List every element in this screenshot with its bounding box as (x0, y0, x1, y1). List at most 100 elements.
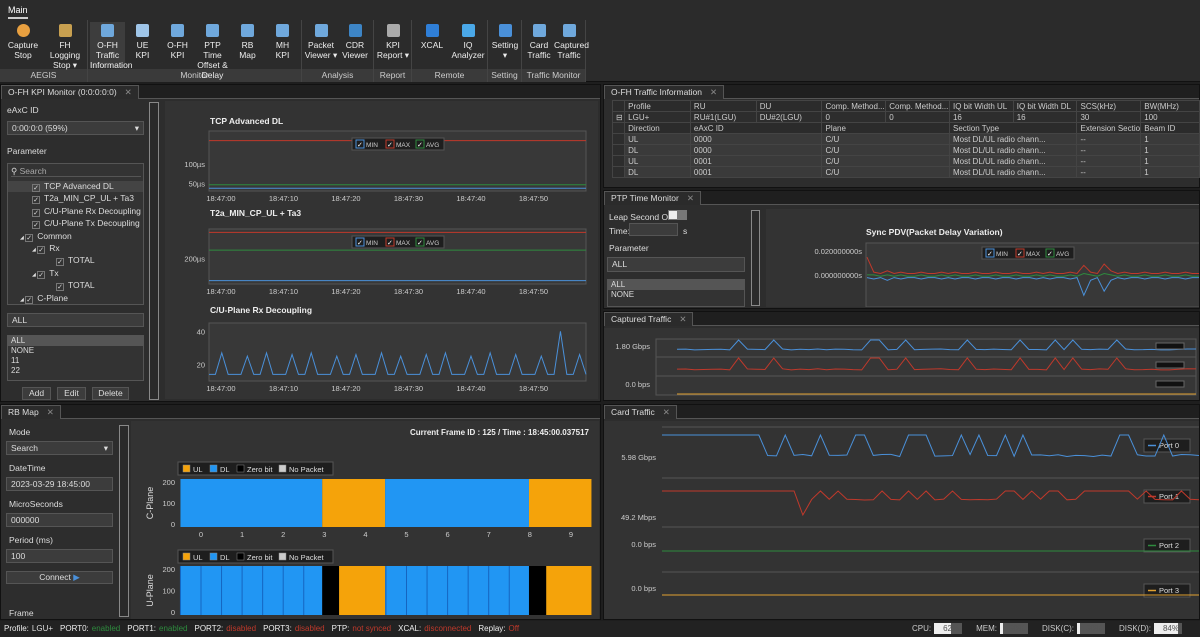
tab-traffic-info[interactable]: O-FH Traffic Information ✕ (604, 85, 725, 99)
connect-button[interactable]: Connect ▶ (6, 571, 113, 584)
table-row[interactable]: DL 0000 C/U Most DL/UL radio chann... -- 1 (611, 144, 1200, 156)
tab-captured-traffic[interactable]: Captured Traffic ✕ (604, 312, 694, 326)
tab-ptp[interactable]: PTP Time Monitor ✕ (604, 191, 701, 205)
x-tick-label: 0 (199, 530, 203, 539)
tab-main[interactable]: Main (8, 5, 28, 19)
checkbox[interactable]: ✓ (32, 196, 40, 205)
column-header[interactable]: Plane (821, 122, 950, 134)
tree-item-rx[interactable]: ◢ ✓ Rx (32, 243, 60, 254)
datetime-input[interactable]: 2023-03-29 18:45:00 (6, 477, 113, 491)
tab-rb-map[interactable]: RB Map ✕ (1, 405, 61, 419)
collapse-icon[interactable]: ⊟ (611, 111, 626, 123)
time-input[interactable] (629, 223, 678, 236)
mode-select[interactable]: Search ▾ (6, 441, 113, 455)
cdr-viewer-button[interactable]: CDR Viewer (338, 22, 372, 68)
kpi-report-button[interactable]: KPI Report ▾ (376, 22, 410, 68)
list-item[interactable]: NONE (608, 290, 744, 300)
close-icon[interactable]: ✕ (47, 407, 54, 417)
capture-stop-button[interactable]: Capture Stop (2, 22, 44, 68)
tree-item-c-u-plane-rx-decoupling[interactable]: ✓ C/U-Plane Rx Decoupling (32, 206, 141, 217)
xcal-button[interactable]: XCAL (414, 22, 450, 68)
x-tick-label: 18:47:10 (269, 287, 298, 296)
column-header[interactable]: SCS(kHz) (1076, 100, 1142, 112)
button-label: Viewer ▾ (304, 50, 338, 60)
checkbox[interactable]: ✓ (25, 295, 34, 304)
ue-kpi-button[interactable]: UE KPI (125, 22, 160, 68)
tree-item-common[interactable]: ◢ ✓ Common (20, 231, 72, 242)
column-header[interactable]: Comp. Method... (885, 100, 950, 112)
tree-item-tx[interactable]: ◢ ✓ Tx (32, 268, 59, 279)
splitter-handle[interactable] (149, 102, 159, 400)
add-button[interactable]: Add (22, 387, 51, 400)
list-item[interactable]: ALL (608, 280, 744, 290)
column-header[interactable]: Comp. Method... (821, 100, 887, 112)
tree-item-c-u-plane-tx-decoupling[interactable]: ✓ C/U-Plane Tx Decoupling (32, 218, 140, 230)
column-header[interactable]: Profile (624, 100, 691, 112)
checkbox[interactable]: ✓ (32, 208, 40, 217)
delete-button[interactable]: Delete (92, 387, 129, 400)
column-header[interactable]: DU (755, 100, 823, 112)
tab-card-traffic[interactable]: Card Traffic ✕ (604, 405, 677, 419)
splitter-handle[interactable] (119, 425, 129, 617)
list-item[interactable]: NONE (8, 346, 143, 356)
column-header[interactable]: Section Type (948, 122, 1078, 134)
period-input[interactable]: 100 (6, 549, 113, 563)
table-row[interactable]: DL 0001 C/U Most DL/UL radio chann... -- 1 (611, 166, 1200, 178)
setting-button[interactable]: Setting ▾ (490, 22, 520, 68)
table-row[interactable]: ⊟ LGU+ RU#1(LGU) DU#2(LGU) 0 0 16 16 30 100 (611, 111, 1200, 123)
tree-item-total[interactable]: ✓ TOTAL (56, 280, 95, 292)
column-header[interactable]: RU (689, 100, 757, 112)
column-header[interactable]: Extension Section Type (1076, 122, 1142, 134)
search-input[interactable]: ⚲ Search (11, 166, 141, 177)
leap-second-toggle[interactable] (668, 210, 687, 220)
close-icon[interactable]: ✕ (663, 407, 670, 417)
ptp-filter-list[interactable]: ALL NONE (607, 279, 745, 307)
close-icon[interactable]: ✕ (687, 193, 694, 203)
tree-item-total[interactable]: ✓ TOTAL (56, 255, 95, 267)
rb-map-button[interactable]: RB Map (230, 22, 265, 68)
tree-item-t2a-min-cp-ul-ta3[interactable]: ✓ T2a_MIN_CP_UL + Ta3 (32, 193, 134, 205)
close-icon[interactable]: ✕ (710, 87, 717, 97)
tree-item-tcp-advanced-dl[interactable]: ✓ TCP Advanced DL (8, 181, 143, 192)
iq-analyzer-button[interactable]: IQ Analyzer (450, 22, 486, 68)
column-header[interactable]: IQ bit Width UL (948, 100, 1014, 112)
checkbox[interactable]: ✓ (56, 258, 64, 267)
list-item[interactable]: ALL (8, 336, 143, 346)
splitter-handle[interactable] (751, 210, 760, 306)
tab-kpi-monitor[interactable]: O-FH KPI Monitor (0:0:0:0:0) ✕ (1, 85, 139, 99)
column-header[interactable]: IQ bit Width DL (1012, 100, 1078, 112)
o-fh-traffic-information-button[interactable]: O-FH Traffic Information (90, 22, 133, 70)
captured-traffic-button[interactable]: Captured Traffic (554, 22, 589, 68)
packet-viewer-button[interactable]: Packet Viewer ▾ (304, 22, 338, 68)
checkbox[interactable]: ✓ (32, 221, 40, 230)
list-item[interactable]: 22 (8, 366, 143, 376)
ptp-filter-input[interactable]: ALL (607, 257, 745, 272)
column-header[interactable]: Direction (624, 122, 691, 134)
edit-button[interactable]: Edit (57, 387, 86, 400)
checkbox[interactable]: ✓ (32, 184, 40, 192)
checkbox[interactable]: ✓ (25, 233, 34, 242)
rb-block-ul (339, 566, 386, 615)
table-row[interactable]: UL 0001 C/U Most DL/UL radio chann... -- 1 (611, 155, 1200, 167)
close-icon[interactable]: ✕ (125, 87, 132, 97)
checkbox[interactable]: ✓ (37, 246, 46, 254)
filter-list[interactable]: ALL NONE 11 22 (7, 335, 144, 381)
eaxc-select[interactable]: 0:00:0:0 (59%) ▾ (7, 121, 144, 135)
table-row[interactable]: UL 0000 C/U Most DL/UL radio chann... -- 1 (611, 133, 1200, 145)
o-fh-kpi-button[interactable]: O-FH KPI (160, 22, 195, 68)
close-icon[interactable]: ✕ (679, 314, 686, 324)
checkbox[interactable]: ✓ (37, 270, 46, 279)
card-traffic-button[interactable]: Card Traffic (524, 22, 554, 68)
list-item[interactable]: 11 (8, 356, 143, 366)
filter-input[interactable]: ALL (7, 313, 144, 327)
checkbox[interactable]: ✓ (56, 283, 64, 292)
column-header[interactable]: BW(MHz) (1140, 100, 1200, 112)
y-tick-label: 0.000000000s (814, 271, 862, 280)
fh-logging-stop-button[interactable]: FH Logging Stop ▾ (44, 22, 86, 70)
ptp-time-offset-delay-button[interactable]: PTP Time Offset & Delay (195, 22, 230, 80)
tree-item-c-plane[interactable]: ◢ ✓ C-Plane (20, 293, 68, 304)
column-header[interactable]: Beam ID (1140, 122, 1200, 134)
mh-kpi-button[interactable]: MH KPI (265, 22, 300, 68)
column-header[interactable]: eAxC ID (689, 122, 823, 134)
microseconds-input[interactable]: 000000 (6, 513, 113, 527)
